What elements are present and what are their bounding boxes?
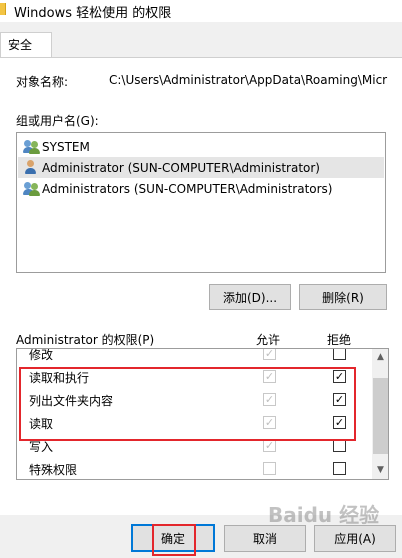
group-user-list[interactable]: SYSTEM Administrator (SUN-COMPUTER\Admin… bbox=[16, 132, 386, 273]
remove-button[interactable]: 删除(R) bbox=[299, 284, 387, 310]
folder-icon bbox=[0, 3, 6, 15]
user-group-icon bbox=[23, 139, 40, 154]
dialog-footer: 确定 取消 应用(A) bbox=[0, 516, 402, 558]
permission-row: 列出文件夹内容 ✓ ✓ bbox=[17, 388, 372, 411]
permission-row: 写入 ✓ bbox=[17, 434, 372, 457]
permissions-scrollbar[interactable]: ▲ ▼ bbox=[372, 349, 388, 479]
permission-name: 写入 bbox=[29, 440, 54, 454]
permission-name: 特殊权限 bbox=[29, 463, 78, 477]
deny-checkbox[interactable] bbox=[333, 462, 346, 475]
tab-security[interactable]: 安全 bbox=[0, 32, 52, 58]
list-item-administrator[interactable]: Administrator (SUN-COMPUTER\Administrato… bbox=[18, 157, 384, 178]
window-title: Windows 轻松使用 的权限 bbox=[14, 6, 172, 21]
ok-button[interactable]: 确定 bbox=[131, 524, 215, 552]
permission-row: 特殊权限 bbox=[17, 457, 372, 479]
deny-checkbox[interactable]: ✓ bbox=[333, 416, 346, 429]
allow-checkbox bbox=[263, 462, 276, 475]
deny-checkbox[interactable] bbox=[333, 349, 346, 360]
permission-row: 修改 ✓ bbox=[17, 348, 372, 365]
user-group-icon bbox=[23, 181, 40, 196]
permission-name: 修改 bbox=[29, 348, 54, 362]
permission-name: 读取和执行 bbox=[29, 371, 90, 385]
scroll-down-icon[interactable]: ▼ bbox=[372, 462, 388, 479]
scroll-thumb[interactable] bbox=[373, 378, 388, 454]
add-button[interactable]: 添加(D)... bbox=[209, 284, 291, 310]
permission-name: 读取 bbox=[29, 417, 54, 431]
list-item-label: Administrator (SUN-COMPUTER\Administrato… bbox=[42, 160, 320, 175]
list-item-administrators[interactable]: Administrators (SUN-COMPUTER\Administrat… bbox=[18, 178, 384, 199]
deny-checkbox[interactable]: ✓ bbox=[333, 393, 346, 406]
object-name-value: C:\Users\Administrator\AppData\Roaming\M… bbox=[109, 73, 388, 87]
permission-row: 读取和执行 ✓ ✓ bbox=[17, 365, 372, 388]
allow-column-header: 允许 bbox=[256, 333, 281, 347]
apply-button[interactable]: 应用(A) bbox=[314, 525, 396, 552]
list-item-label: SYSTEM bbox=[42, 139, 90, 154]
allow-checkbox: ✓ bbox=[263, 348, 276, 360]
permission-row: 读取 ✓ ✓ bbox=[17, 411, 372, 434]
tab-strip: 安全 bbox=[0, 22, 402, 58]
deny-checkbox[interactable] bbox=[333, 439, 346, 452]
allow-checkbox: ✓ bbox=[263, 370, 276, 383]
object-name-label: 对象名称: bbox=[16, 75, 69, 89]
group-list-label: 组或用户名(G): bbox=[16, 114, 99, 128]
cancel-button[interactable]: 取消 bbox=[224, 525, 306, 552]
scroll-up-icon[interactable]: ▲ bbox=[372, 349, 388, 366]
list-item-system[interactable]: SYSTEM bbox=[18, 136, 384, 157]
permissions-list: 修改 ✓ 读取和执行 ✓ ✓ 列出文件夹内容 ✓ ✓ 读取 ✓ ✓ 写入 ✓ 特… bbox=[16, 348, 389, 480]
deny-checkbox[interactable]: ✓ bbox=[333, 370, 346, 383]
permissions-label: Administrator 的权限(P) bbox=[16, 333, 155, 347]
security-panel: 对象名称: C:\Users\Administrator\AppData\Roa… bbox=[0, 57, 402, 515]
permission-name: 列出文件夹内容 bbox=[29, 394, 114, 408]
allow-checkbox: ✓ bbox=[263, 439, 276, 452]
allow-checkbox: ✓ bbox=[263, 393, 276, 406]
title-bar: Windows 轻松使用 的权限 bbox=[0, 0, 402, 22]
allow-checkbox: ✓ bbox=[263, 416, 276, 429]
deny-column-header: 拒绝 bbox=[327, 333, 352, 347]
list-item-label: Administrators (SUN-COMPUTER\Administrat… bbox=[42, 181, 333, 196]
user-icon bbox=[23, 160, 40, 175]
